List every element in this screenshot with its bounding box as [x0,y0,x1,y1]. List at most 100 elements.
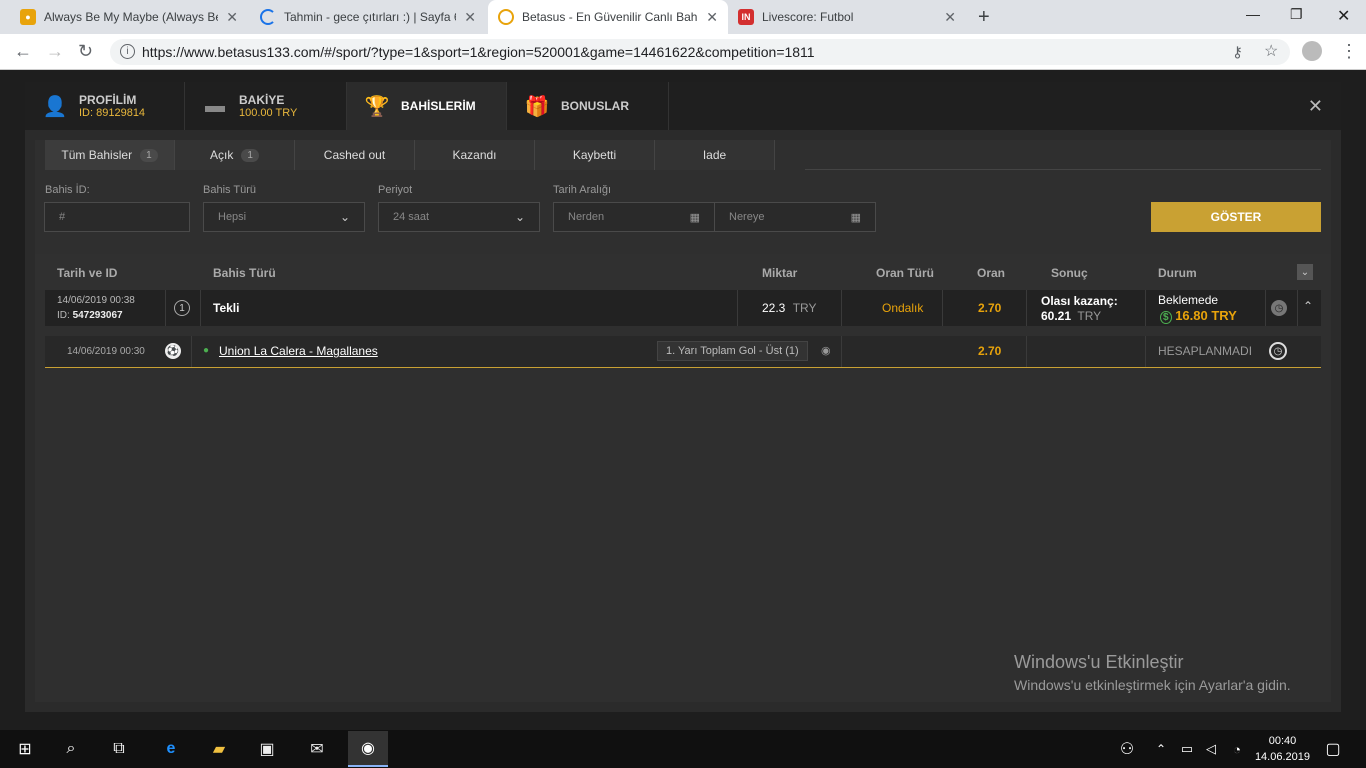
browser-tab-2[interactable]: Tahmin - gece çıtırları :) | Sayfa 6 ✕ [250,0,486,34]
date-to-input[interactable]: Nereye ▦ [714,202,876,232]
divider [165,290,166,326]
url-field[interactable]: i https://www.betasus133.com/#/sport/?ty… [110,39,1290,65]
key-icon[interactable]: ⚷ [1232,43,1243,61]
tab-my-bets[interactable]: 🏆 BAHİSLERİM [347,82,507,130]
collapse-all-icon[interactable]: ⌄ [1297,264,1313,280]
period-select[interactable]: 24 saat ⌄ [378,202,540,232]
file-explorer-icon[interactable]: ▰ [208,738,230,760]
close-tab-icon[interactable]: ✕ [464,9,476,26]
possible-win-value: 60.21 [1041,309,1072,323]
bet-id-input[interactable]: # [44,202,190,232]
tray-chevron-icon[interactable]: ⌃ [1150,738,1172,760]
wifi-icon[interactable]: ◔ [1226,738,1248,760]
selection-odds: 2.70 [978,344,1002,358]
header-odds: Oran [977,266,1006,280]
match-link[interactable]: Union La Calera - Magallanes [219,344,378,358]
close-modal-icon[interactable]: ✕ [1308,96,1323,117]
gift-icon: 🎁 [524,95,550,118]
close-tab-icon[interactable]: ✕ [706,9,718,26]
menu-icon[interactable]: ⋮ [1340,41,1358,62]
film-icon: ● [20,9,36,25]
livescore-icon: IN [738,9,754,25]
modal-tabs: 👤 PROFİLİM ID: 89129814 ▬ BAKİYE 100.00 … [25,82,1341,130]
tab-open[interactable]: Açık 1 [175,140,295,170]
tab-label: PROFİLİM [79,93,137,107]
task-view-icon[interactable]: ⧉ [108,738,130,760]
new-tab-icon[interactable]: + [978,6,990,29]
system-clock[interactable]: 00:40 14.06.2019 [1255,733,1310,765]
divider [841,336,842,367]
browser-tab-4[interactable]: IN Livescore: Futbol ✕ [728,0,966,34]
minimize-icon[interactable]: — [1246,6,1260,22]
header-date-id: Tarih ve ID [57,266,118,280]
bet-type-select[interactable]: Hepsi ⌄ [203,202,365,232]
selection-status: HESAPLANMADI [1158,344,1253,358]
date-range-label: Tarih Aralığı [553,184,612,196]
chrome-icon[interactable]: ◉ [348,731,388,767]
tab-won[interactable]: Kazandı [415,140,535,170]
date-from-placeholder: Nerden [568,211,605,223]
store-icon[interactable]: ▣ [256,738,278,760]
people-icon[interactable]: ⚇ [1116,738,1138,760]
count-badge: 1 [241,148,259,162]
tab-balance[interactable]: ▬ BAKİYE 100.00 TRY [185,82,347,130]
tab-label: Açık [210,148,234,162]
tab-all-bets[interactable]: Tüm Bahisler 1 [45,140,175,170]
trophy-icon: 🏆 [364,95,390,118]
bets-table-header: Tarih ve ID Bahis Türü Miktar Oran Türü … [35,254,1331,290]
history-icon[interactable]: ◷ [1271,300,1287,316]
info-icon[interactable]: i [120,44,135,59]
taskbar: ⊞ ⌕ ⧉ e ▰ ▣ ✉ ◉ ⚇ ⌃ ▭ ◁ ◔ 00:40 14.06.20… [0,730,1366,768]
activation-text: Windows'u etkinleştirmek için Ayarlar'a … [1014,677,1291,693]
browser-tab-strip: ● Always Be My Maybe (Always Be ✕ Tahmin… [0,0,1366,34]
bet-odds: 2.70 [978,301,1002,315]
tab-label: Kaybetti [572,148,617,162]
browser-tab-1[interactable]: ● Always Be My Maybe (Always Be ✕ [10,0,248,34]
battery-icon[interactable]: ▭ [1176,738,1198,760]
profile-id: ID: 89129814 [79,107,146,119]
forward-icon[interactable]: → [46,41,64,62]
notification-icon[interactable]: ▢ [1322,738,1344,760]
volume-icon[interactable]: ◁ [1200,738,1222,760]
back-icon[interactable]: ← [14,41,32,62]
calendar-icon[interactable]: ▦ [690,211,700,224]
windows-start-icon[interactable]: ⊞ [14,738,36,760]
tab-cashed-out[interactable]: Cashed out [295,140,415,170]
divider [1265,290,1266,326]
bet-row[interactable]: 14/06/2019 00:38 ID: 547293067 1 Tekli 2… [45,290,1321,326]
header-result: Sonuç [1051,266,1088,280]
bet-amount: 22.3 [762,301,786,315]
divider [1026,336,1027,367]
date-from-input[interactable]: Nerden ▦ [553,202,715,232]
tab-lost[interactable]: Kaybetti [535,140,655,170]
chevron-up-icon[interactable]: ⌃ [1303,299,1313,313]
star-icon[interactable]: ☆ [1264,41,1278,61]
possible-win-label: Olası kazanç: [1041,294,1118,308]
search-icon[interactable]: ⌕ [60,738,82,760]
divider [841,290,842,326]
info-icon[interactable]: ◉ [821,344,831,357]
mail-icon[interactable]: ✉ [306,738,328,760]
bet-type: Tekli [213,301,240,315]
close-window-icon[interactable]: ✕ [1337,6,1350,26]
close-tab-icon[interactable]: ✕ [944,9,956,26]
tab-refund[interactable]: Iade [655,140,775,170]
maximize-icon[interactable]: ❐ [1290,6,1303,23]
close-tab-icon[interactable]: ✕ [226,9,238,26]
edge-icon[interactable]: e [160,738,182,760]
clock-icon: ◷ [1269,342,1287,360]
account-icon[interactable] [1302,41,1322,61]
user-icon: 👤 [42,95,68,118]
browser-tab-3[interactable]: Betasus - En Güvenilir Canlı Bahis ✕ [488,0,728,34]
tab-profile[interactable]: 👤 PROFİLİM ID: 89129814 [25,82,185,130]
divider [1026,290,1027,326]
show-button[interactable]: GÖSTER [1151,202,1321,232]
cashout-line[interactable]: $ 16.80 TRY [1160,308,1237,324]
loading-icon [260,9,276,25]
tab-bonuses[interactable]: 🎁 BONUSLAR [507,82,669,130]
bet-id-placeholder: # [59,211,66,223]
chevron-down-icon: ⌄ [339,210,350,224]
calendar-icon[interactable]: ▦ [851,211,861,224]
reload-icon[interactable]: ↻ [78,41,93,62]
clock-time: 00:40 [1268,735,1297,747]
